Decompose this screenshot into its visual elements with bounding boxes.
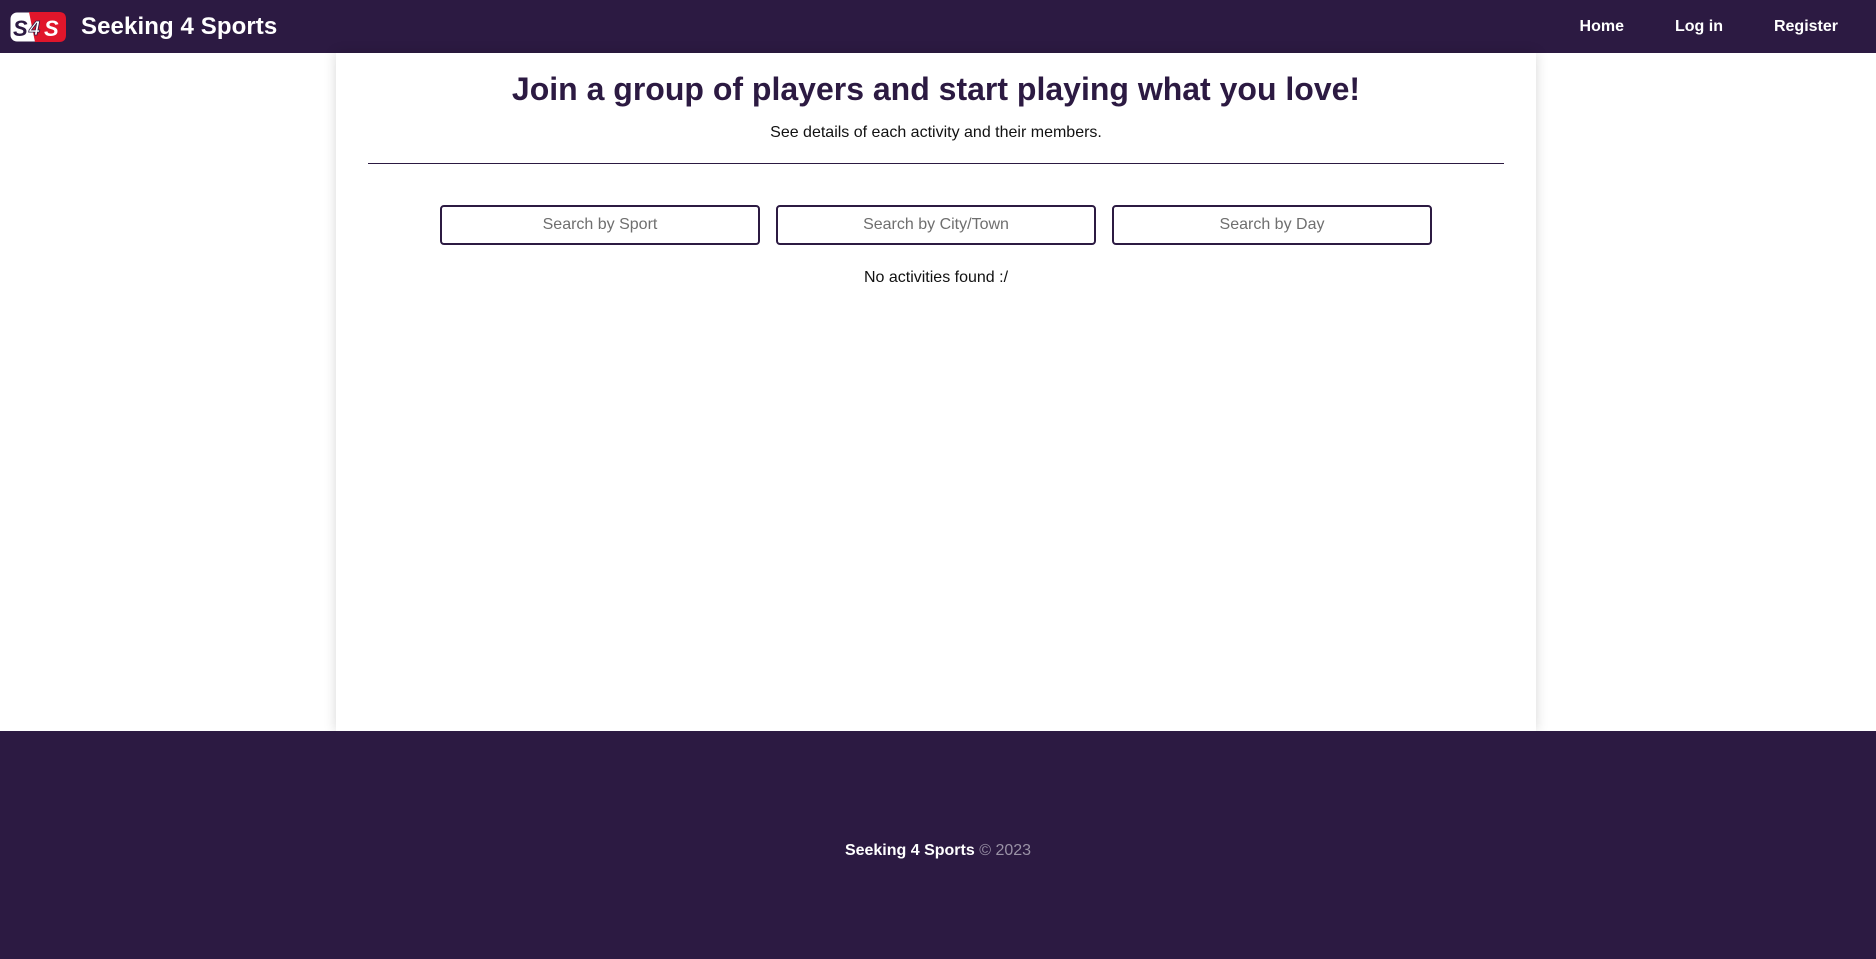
footer: Seeking 4 Sports © 2023 — [0, 731, 1876, 959]
svg-text:S: S — [44, 16, 59, 41]
top-navbar: S 4 S Seeking 4 Sports Home Log in Regis… — [0, 0, 1876, 53]
page-title: Join a group of players and start playin… — [511, 71, 1361, 107]
footer-copyright: © 2023 — [979, 842, 1032, 859]
brand-link[interactable]: S 4 S Seeking 4 Sports — [0, 0, 277, 53]
main-content-card: Join a group of players and start playin… — [336, 53, 1536, 731]
svg-text:S: S — [13, 16, 28, 41]
s4s-logo-icon: S 4 S — [9, 11, 67, 42]
nav-link-home[interactable]: Home — [1580, 18, 1624, 36]
nav-link-login[interactable]: Log in — [1675, 18, 1723, 36]
page-subtitle: See details of each activity and their m… — [770, 124, 1102, 141]
search-day-input[interactable] — [1112, 205, 1432, 245]
nav-link-register[interactable]: Register — [1774, 18, 1838, 36]
nav-links: Home Log in Register — [1580, 0, 1876, 53]
empty-state-message: No activities found :/ — [863, 269, 1009, 286]
search-city-input[interactable] — [776, 205, 1096, 245]
divider — [368, 163, 1504, 164]
brand-name: Seeking 4 Sports — [81, 12, 278, 40]
footer-brand: Seeking 4 Sports — [844, 842, 975, 859]
search-filters — [440, 205, 1432, 245]
footer-text: Seeking 4 Sports © 2023 — [845, 842, 1031, 860]
svg-text:4: 4 — [28, 18, 40, 40]
search-sport-input[interactable] — [440, 205, 760, 245]
